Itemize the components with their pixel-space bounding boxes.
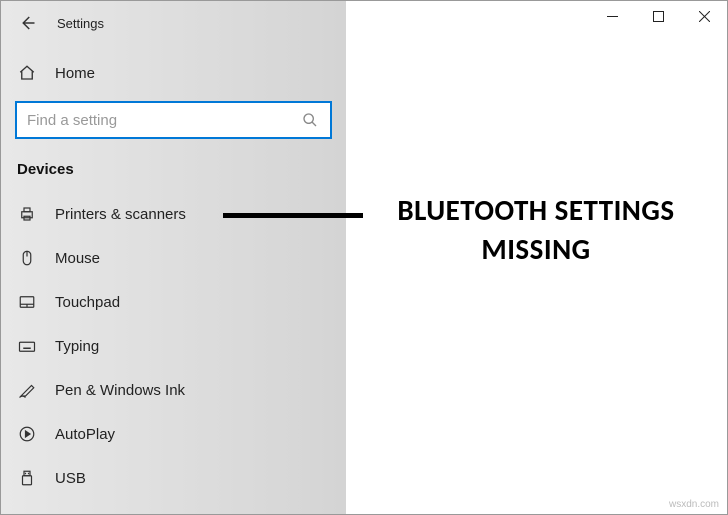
nav-usb[interactable]: USB [1,456,346,500]
section-devices-label: Devices [1,157,346,192]
nav-item-label: Touchpad [55,294,120,311]
settings-sidebar: Settings Home Devic [1,1,346,514]
nav-typing[interactable]: Typing [1,324,346,368]
nav-item-label: Pen & Windows Ink [55,382,185,399]
annotation-text: BLUETOOTH SETTINGS MISSING [366,191,706,269]
close-button[interactable] [681,1,727,31]
touchpad-icon [17,292,37,312]
nav-home[interactable]: Home [1,51,346,95]
annotation-line1: BLUETOOTH SETTINGS [397,192,674,228]
maximize-icon [653,11,664,22]
nav-item-label: Mouse [55,250,100,267]
minimize-icon [607,11,618,22]
header-row: Settings [1,9,346,51]
titlebar-controls [589,1,727,31]
autoplay-icon [17,424,37,444]
search-wrap [1,95,346,157]
nav-mouse[interactable]: Mouse [1,236,346,280]
search-box[interactable] [15,101,332,139]
search-icon [300,110,320,130]
app-title: Settings [57,16,104,31]
nav-autoplay[interactable]: AutoPlay [1,412,346,456]
nav-item-label: Typing [55,338,99,355]
search-input[interactable] [27,112,300,129]
annotation-line2: MISSING [481,231,590,267]
nav-item-label: AutoPlay [55,426,115,443]
mouse-icon [17,248,37,268]
back-arrow-icon [18,14,36,32]
maximize-button[interactable] [635,1,681,31]
nav-touchpad[interactable]: Touchpad [1,280,346,324]
home-icon [17,63,37,83]
pen-icon [17,380,37,400]
annotation-arrow [223,213,363,218]
minimize-button[interactable] [589,1,635,31]
usb-icon [17,468,37,488]
close-icon [699,11,710,22]
nav-home-label: Home [55,65,95,82]
watermark: wsxdn.com [669,499,719,510]
back-button[interactable] [17,13,37,33]
nav-item-label: USB [55,470,86,487]
printer-icon [17,204,37,224]
nav-item-label: Printers & scanners [55,206,186,223]
main-content: BLUETOOTH SETTINGS MISSING wsxdn.com [346,1,727,514]
nav-pen-ink[interactable]: Pen & Windows Ink [1,368,346,412]
keyboard-icon [17,336,37,356]
